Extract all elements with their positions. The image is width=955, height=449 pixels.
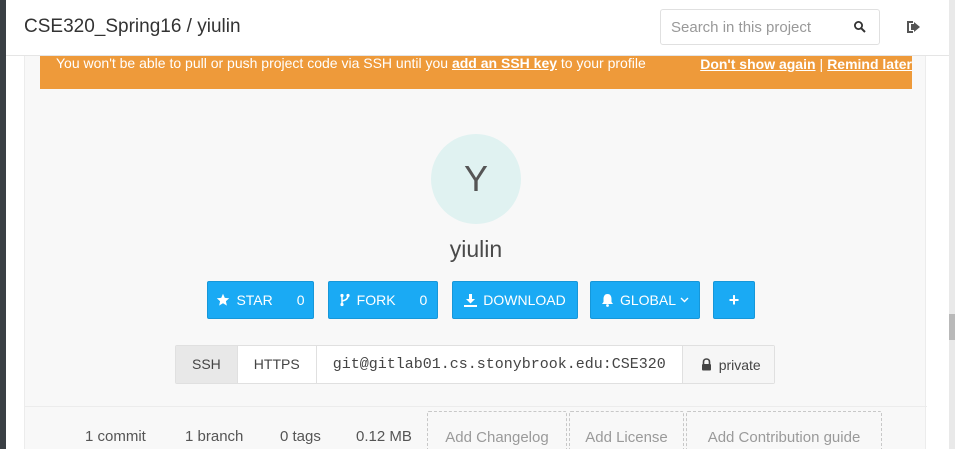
star-label: STAR bbox=[236, 292, 273, 308]
ssh-tab[interactable]: SSH bbox=[176, 346, 238, 383]
commits-link[interactable]: 1 commit bbox=[85, 428, 146, 445]
alert-text-end: to your profile bbox=[560, 55, 646, 71]
alert-actions: Don't show again | Remind later bbox=[700, 56, 912, 72]
ssh-key-alert: You won't be able to pull or push projec… bbox=[40, 56, 912, 89]
repo-size: 0.12 MB bbox=[356, 428, 412, 445]
https-tab[interactable]: HTTPS bbox=[238, 346, 317, 383]
notification-label: GLOBAL bbox=[619, 292, 677, 308]
star-button[interactable]: STAR 0 bbox=[207, 281, 314, 319]
chevron-down-icon bbox=[680, 297, 689, 303]
project-avatar: Y bbox=[431, 134, 521, 224]
clone-url-field[interactable]: git@gitlab01.cs.stonybrook.edu:CSE320 bbox=[317, 346, 683, 383]
add-license-button[interactable]: Add License bbox=[569, 411, 684, 449]
alert-message: You won't be able to pull or push projec… bbox=[56, 56, 646, 70]
visibility-label: private bbox=[718, 356, 761, 373]
search-input[interactable] bbox=[661, 10, 841, 44]
top-header: CSE320_Spring16 / yiulin bbox=[6, 0, 949, 56]
dont-show-again-link[interactable]: Don't show again bbox=[700, 56, 815, 72]
alert-text: You won't be able to pull or push projec… bbox=[56, 55, 449, 71]
add-ssh-key-link[interactable]: add an SSH key bbox=[452, 55, 557, 71]
bell-icon bbox=[601, 294, 613, 307]
add-contribution-guide-button[interactable]: Add Contribution guide bbox=[686, 411, 882, 449]
project-home: You won't be able to pull or push projec… bbox=[24, 56, 927, 449]
star-icon bbox=[217, 293, 230, 306]
star-count: 0 bbox=[296, 292, 305, 308]
fork-icon bbox=[340, 293, 350, 307]
project-stats: 1 commit 1 branch 0 tags 0.12 MB Add Cha… bbox=[25, 406, 927, 449]
notification-dropdown[interactable]: GLOBAL bbox=[590, 281, 700, 319]
sign-out-icon[interactable] bbox=[904, 17, 924, 37]
window-left-edge bbox=[0, 0, 6, 449]
tags-link[interactable]: 0 tags bbox=[280, 428, 321, 445]
fork-count: 0 bbox=[419, 292, 428, 308]
visibility-badge: private bbox=[682, 346, 774, 383]
download-button[interactable]: DOWNLOAD bbox=[452, 281, 578, 319]
clone-panel: SSH HTTPS git@gitlab01.cs.stonybrook.edu… bbox=[175, 345, 775, 384]
search-box[interactable] bbox=[660, 9, 880, 45]
project-name: yiulin bbox=[449, 236, 503, 262]
page-title[interactable]: CSE320_Spring16 / yiulin bbox=[24, 16, 241, 38]
branches-link[interactable]: 1 branch bbox=[185, 428, 243, 445]
search-icon[interactable] bbox=[853, 20, 867, 34]
download-label: DOWNLOAD bbox=[483, 292, 566, 308]
fork-label: FORK bbox=[356, 292, 396, 308]
lock-icon bbox=[701, 358, 711, 371]
scrollbar[interactable] bbox=[949, 0, 955, 449]
download-icon bbox=[464, 293, 478, 307]
fork-button[interactable]: FORK 0 bbox=[328, 281, 438, 319]
alert-separator: | bbox=[819, 56, 824, 72]
add-button[interactable]: + bbox=[713, 281, 755, 319]
add-changelog-button[interactable]: Add Changelog bbox=[427, 411, 567, 449]
remind-later-link[interactable]: Remind later bbox=[827, 56, 912, 72]
scrollbar-thumb[interactable] bbox=[949, 314, 955, 340]
